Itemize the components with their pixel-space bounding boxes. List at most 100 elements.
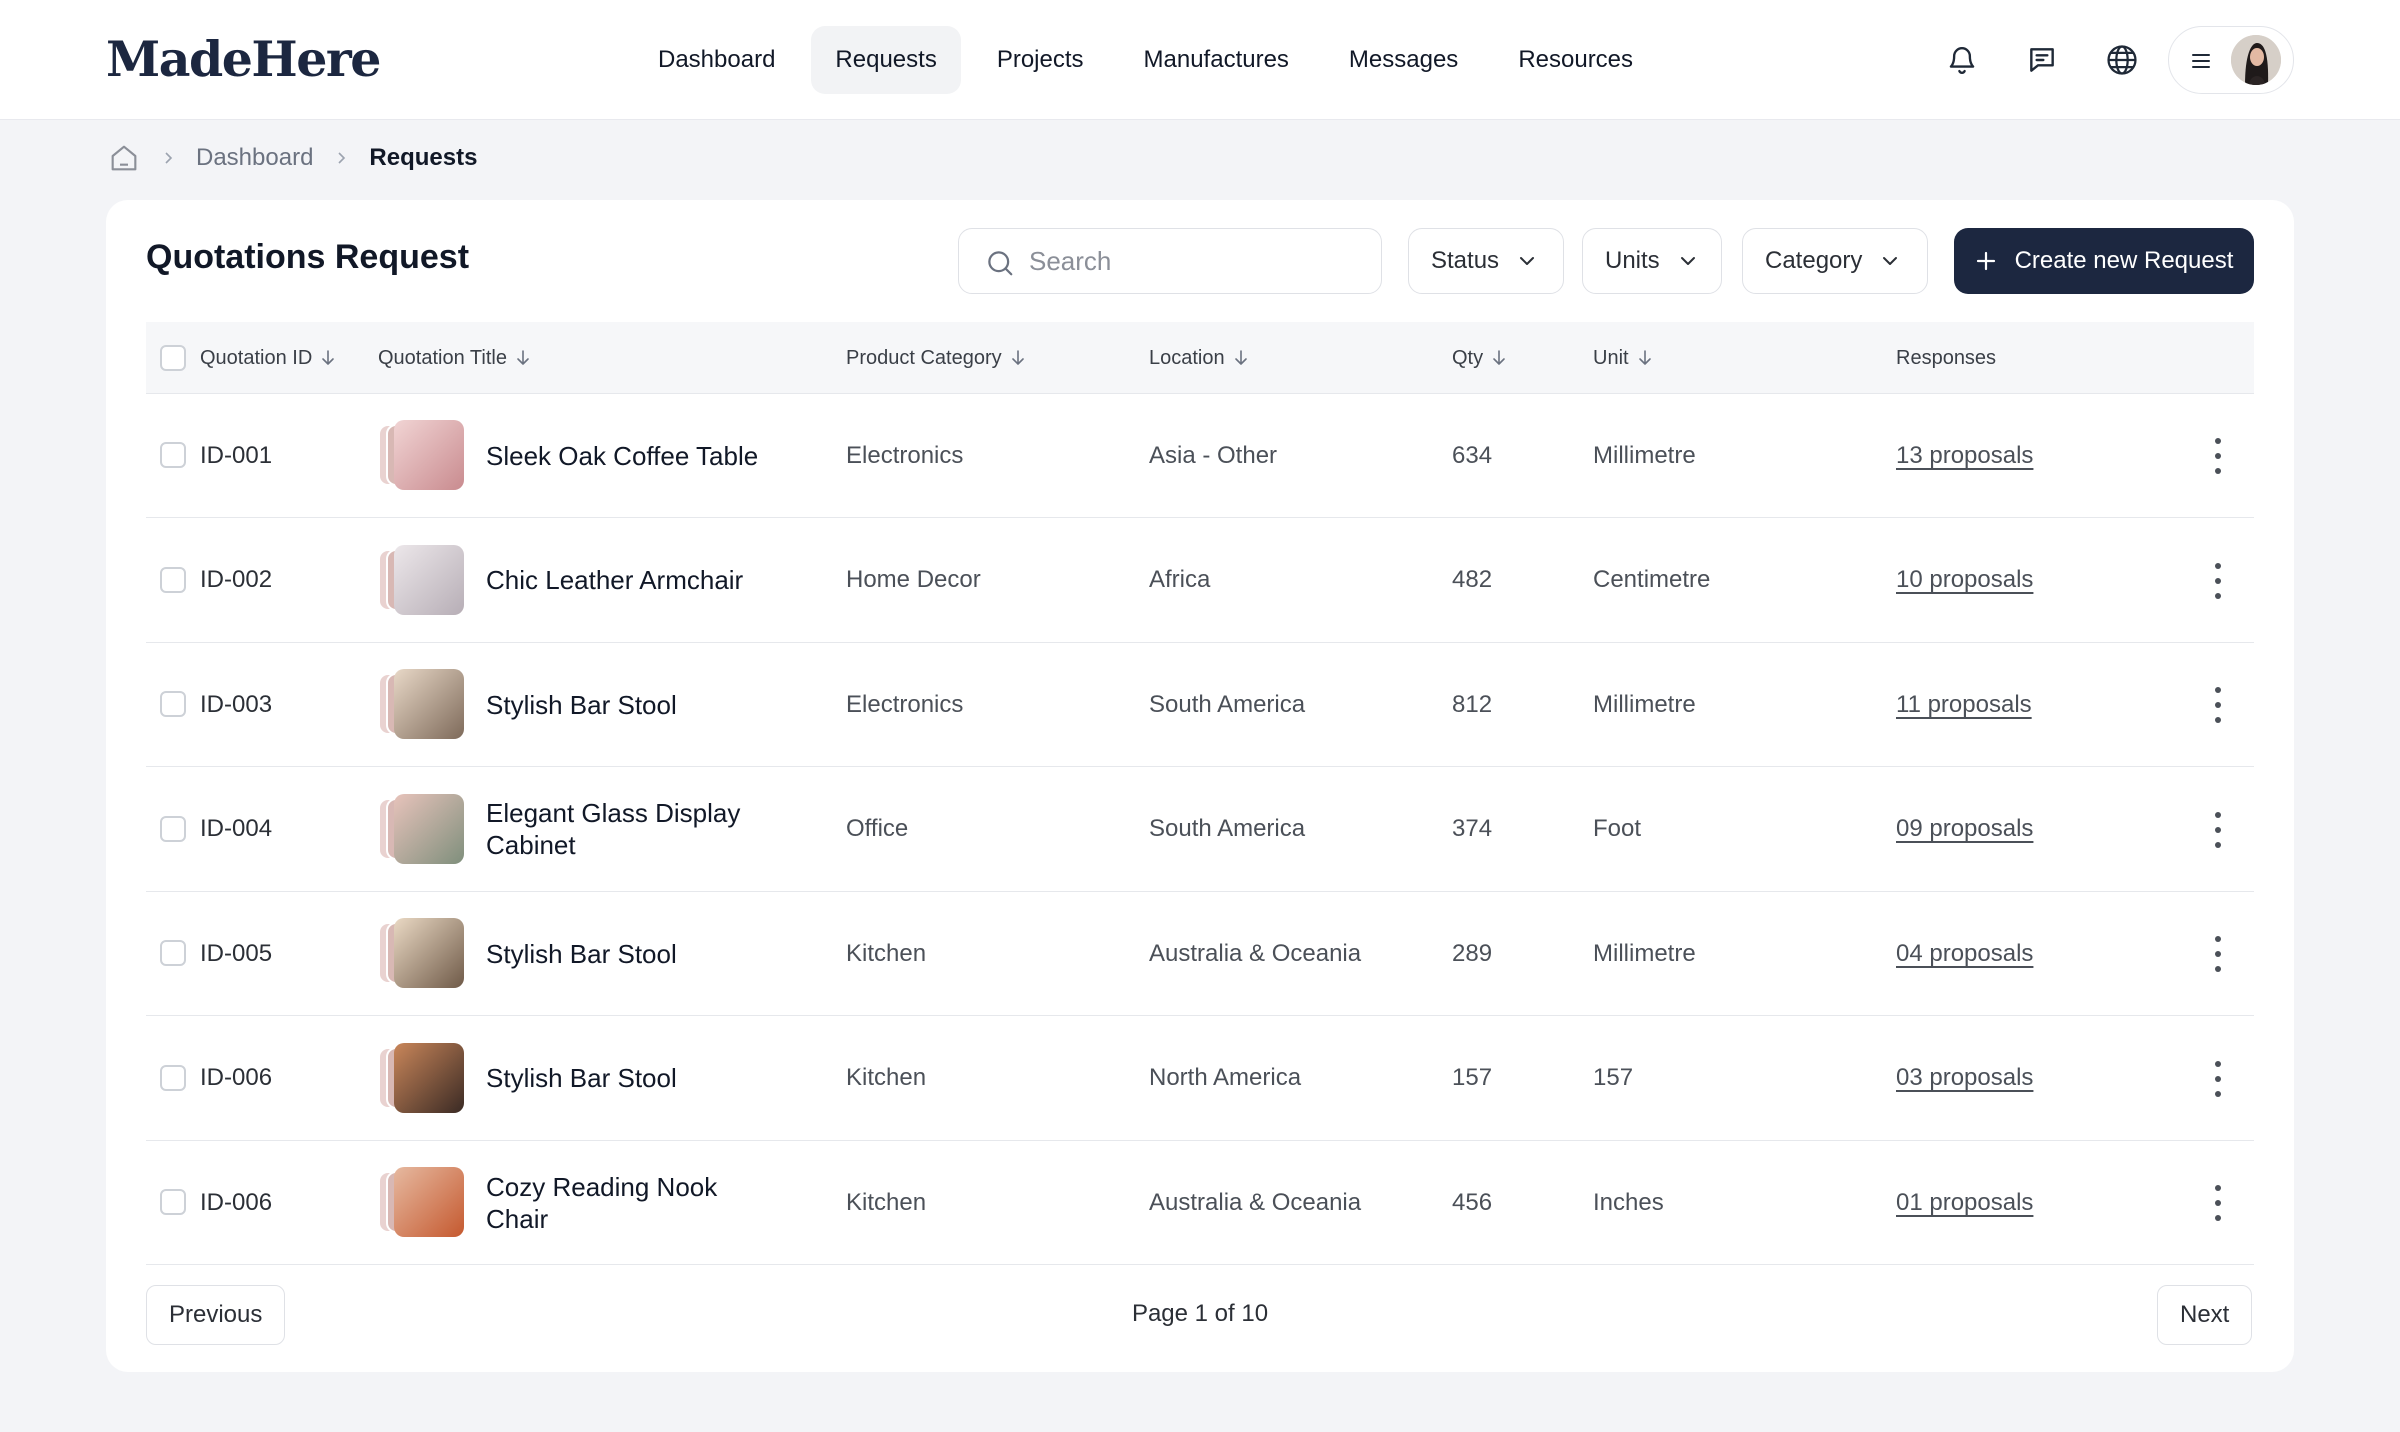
sort-arrow-icon (1491, 349, 1507, 367)
column-header-product-category[interactable]: Product Category (846, 322, 1026, 394)
chevron-down-icon (1517, 251, 1537, 271)
table-row[interactable]: ID-006 Stylish Bar Stool Kitchen North A… (146, 1017, 2254, 1141)
next-page-button[interactable]: Next (2157, 1285, 2253, 1345)
status-filter-label: Status (1431, 247, 1500, 274)
product-thumbnail (378, 918, 466, 988)
responses-cell: 13 proposals (1896, 394, 2033, 517)
location: Asia - Other (1149, 441, 1278, 469)
search-input[interactable] (1029, 241, 1359, 281)
bell-icon[interactable] (1940, 38, 1984, 82)
row-checkbox[interactable] (160, 442, 186, 468)
row-checkbox[interactable] (160, 815, 186, 842)
more-options-icon[interactable] (2208, 438, 2228, 474)
chevron-down-icon (1880, 251, 1900, 271)
home-icon[interactable] (108, 142, 140, 174)
globe-icon[interactable] (2100, 38, 2144, 82)
brand-logo[interactable]: MadeHere (106, 30, 381, 88)
proposals-link[interactable]: 09 proposals (1896, 815, 2033, 843)
create-new-request-label: Create new Request (2014, 247, 2234, 274)
row-checkbox[interactable] (160, 566, 186, 593)
responses-cell: 04 proposals (1896, 892, 2033, 1015)
quotation-title[interactable]: Stylish Bar Stool (486, 643, 786, 766)
quotation-title[interactable]: Sleek Oak Coffee Table (486, 394, 786, 517)
proposals-link[interactable]: 04 proposals (1896, 940, 2033, 968)
responses-cell: 01 proposals (1896, 1141, 2033, 1264)
more-options-icon[interactable] (2208, 687, 2228, 723)
units-filter-label: Units (1605, 247, 1660, 274)
units-filter-dropdown[interactable]: Units (1582, 228, 1722, 294)
row-checkbox[interactable] (160, 691, 186, 717)
more-options-icon[interactable] (2208, 1185, 2228, 1221)
nav-item-manufactures[interactable]: Manufactures (1120, 26, 1313, 94)
unit: Millimetre (1593, 441, 1696, 469)
more-options-icon[interactable] (2208, 811, 2228, 848)
proposals-link[interactable]: 01 proposals (1896, 1189, 2033, 1217)
nav-item-dashboard[interactable]: Dashboard (634, 26, 799, 94)
row-checkbox[interactable] (160, 940, 186, 966)
column-header-quotation-id[interactable]: Quotation ID (200, 322, 336, 394)
proposals-link[interactable]: 10 proposals (1896, 566, 2033, 594)
product-category: Office (846, 815, 909, 842)
location: South America (1149, 815, 1306, 842)
quotation-id: ID-004 (200, 815, 273, 842)
location: Australia & Oceania (1149, 939, 1362, 967)
more-options-icon[interactable] (2208, 562, 2228, 599)
quantity: 634 (1452, 441, 1493, 469)
category-filter-dropdown[interactable]: Category (1742, 228, 1928, 294)
breadcrumb-item-dashboard[interactable]: Dashboard (196, 144, 313, 172)
quantity: 374 (1452, 815, 1493, 842)
column-header-label: Quotation ID (200, 346, 313, 369)
location: Africa (1149, 566, 1211, 593)
column-header-location[interactable]: Location (1149, 322, 1249, 394)
search-icon (988, 251, 1013, 276)
product-thumbnail (378, 793, 466, 864)
table-row[interactable]: ID-005 Stylish Bar Stool Kitchen Austral… (146, 892, 2254, 1016)
quotation-title[interactable]: Chic Leather Armchair (486, 519, 786, 642)
sort-arrow-icon (1637, 349, 1653, 367)
column-header-label: Location (1149, 346, 1225, 369)
chevron-down-icon (1678, 251, 1698, 271)
sort-arrow-icon (1010, 349, 1026, 367)
user-menu-button[interactable] (2168, 26, 2294, 94)
quantity: 456 (1452, 1188, 1493, 1216)
unit: Foot (1593, 815, 1642, 842)
quotation-title[interactable]: Elegant Glass Display Cabinet (486, 768, 786, 891)
column-header-qty[interactable]: Qty (1452, 322, 1507, 394)
product-category: Kitchen (846, 1064, 927, 1091)
quotation-title[interactable]: Stylish Bar Stool (486, 1017, 786, 1140)
location: Australia & Oceania (1149, 1188, 1362, 1216)
unit: Inches (1593, 1188, 1664, 1216)
nav-item-requests[interactable]: Requests (811, 26, 961, 94)
select-all-checkbox[interactable] (160, 345, 186, 371)
product-category: Electronics (846, 441, 964, 469)
category-filter-label: Category (1765, 247, 1863, 274)
nav-item-messages[interactable]: Messages (1325, 26, 1482, 94)
row-checkbox[interactable] (160, 1189, 186, 1215)
column-header-label: Responses (1896, 346, 1997, 369)
table-row[interactable]: ID-002 Chic Leather Armchair Home Decor … (146, 519, 2254, 643)
responses-cell: 11 proposals (1896, 643, 2032, 766)
chat-icon[interactable] (2020, 38, 2064, 82)
column-header-unit[interactable]: Unit (1593, 322, 1653, 394)
table-row[interactable]: ID-006 Cozy Reading Nook Chair Kitchen A… (146, 1141, 2254, 1265)
status-filter-dropdown[interactable]: Status (1408, 228, 1564, 294)
more-options-icon[interactable] (2208, 936, 2228, 972)
table-row[interactable]: ID-003 Stylish Bar Stool Electronics Sou… (146, 643, 2254, 767)
quotation-title[interactable]: Cozy Reading Nook Chair (486, 1141, 786, 1264)
column-header-quotation-title[interactable]: Quotation Title (378, 322, 531, 394)
nav-item-projects[interactable]: Projects (973, 26, 1108, 94)
unit: 157 (1593, 1064, 1634, 1091)
table-row[interactable]: ID-004 Elegant Glass Display Cabinet Off… (146, 768, 2254, 892)
table-header: Quotation ID Quotation Title Product Cat… (146, 322, 2254, 394)
quantity: 289 (1452, 939, 1493, 967)
proposals-link[interactable]: 03 proposals (1896, 1064, 2033, 1092)
table-row[interactable]: ID-001 Sleek Oak Coffee Table Electronic… (146, 394, 2254, 518)
proposals-link[interactable]: 13 proposals (1896, 442, 2033, 470)
row-checkbox[interactable] (160, 1064, 186, 1091)
product-thumbnail (378, 544, 466, 615)
proposals-link[interactable]: 11 proposals (1896, 691, 2032, 719)
more-options-icon[interactable] (2208, 1060, 2228, 1097)
nav-item-resources[interactable]: Resources (1494, 26, 1657, 94)
create-new-request-button[interactable]: Create new Request (1954, 228, 2254, 294)
quotation-title[interactable]: Stylish Bar Stool (486, 892, 786, 1015)
